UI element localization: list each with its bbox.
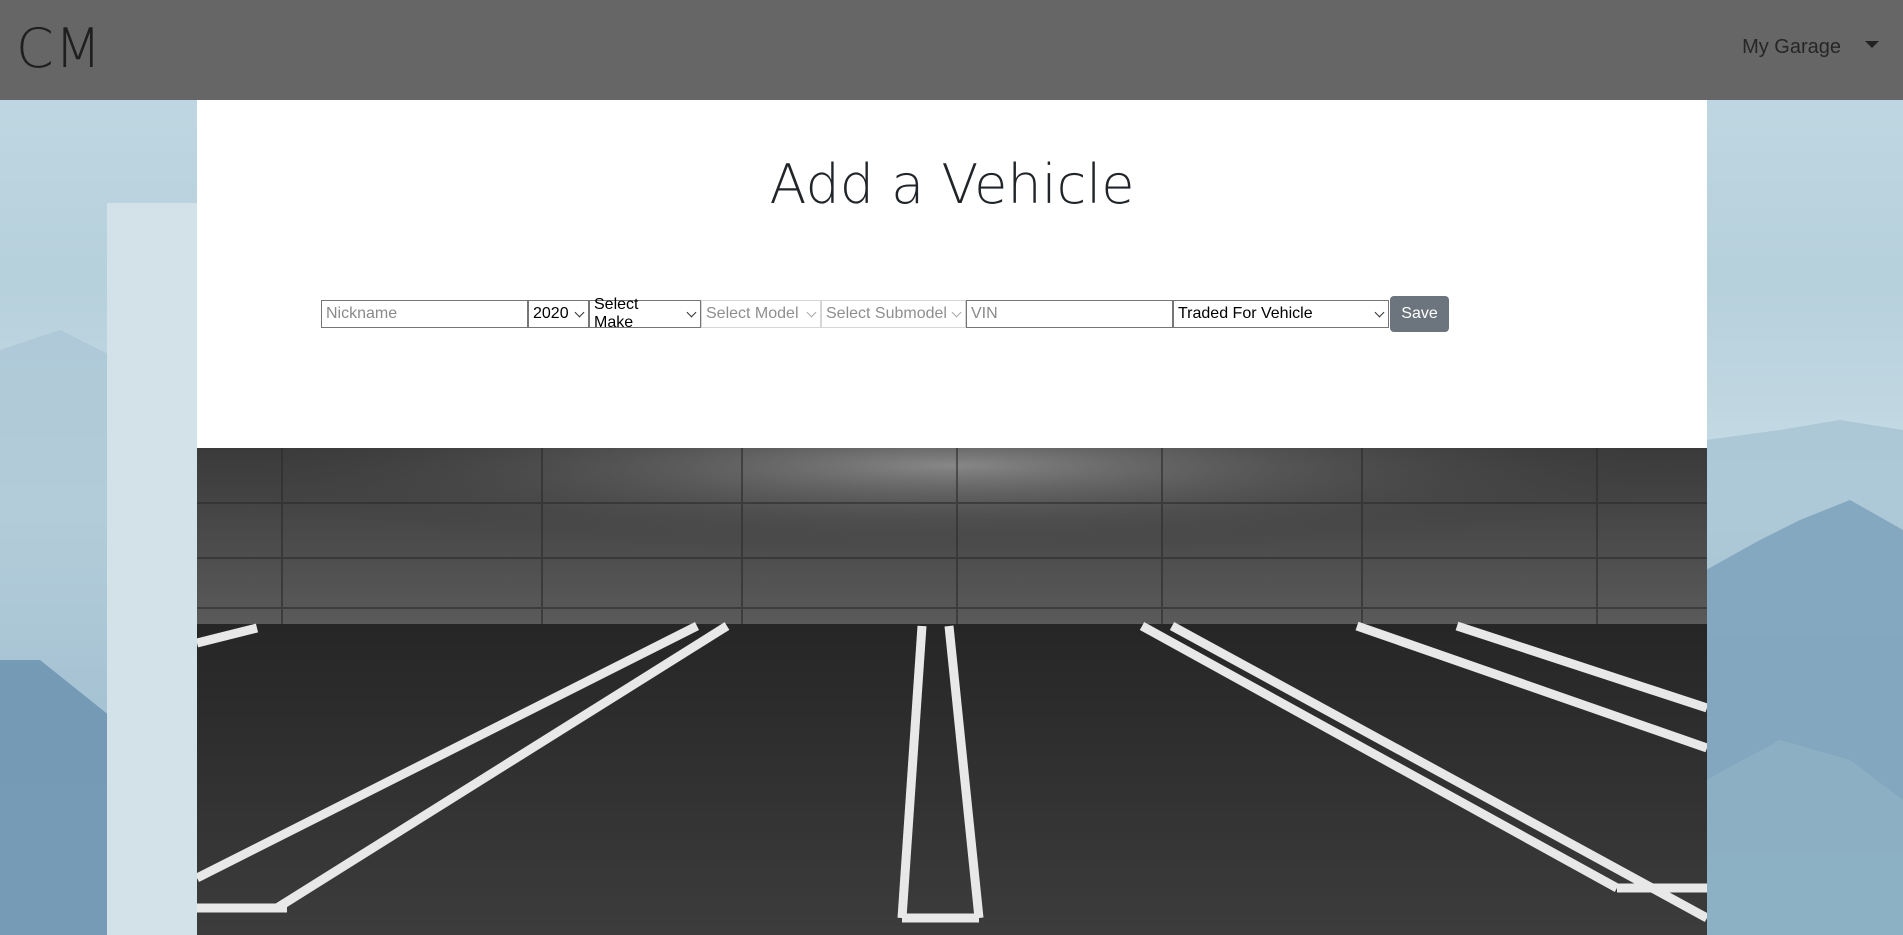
vin-input[interactable]: VIN — [966, 300, 1173, 328]
submodel-value: Select Submodel — [826, 305, 947, 322]
year-value: 2020 — [533, 305, 569, 322]
brand-logo[interactable]: CM — [16, 14, 102, 84]
my-garage-menu[interactable]: My Garage — [1742, 36, 1879, 59]
vin-placeholder: VIN — [971, 305, 998, 322]
nickname-placeholder: Nickname — [326, 305, 398, 322]
year-select[interactable]: 2020 — [528, 300, 589, 328]
save-button[interactable]: Save — [1390, 296, 1449, 332]
top-navbar: CM My Garage — [0, 0, 1903, 100]
my-garage-link[interactable]: My Garage — [1742, 36, 1841, 59]
nickname-input[interactable]: Nickname — [321, 300, 528, 328]
chevron-down-icon — [951, 307, 962, 318]
make-value: Select Make — [594, 296, 639, 331]
chevron-down-icon — [574, 307, 585, 318]
acquisition-value: Traded For Vehicle — [1178, 305, 1313, 322]
model-value: Select Model — [706, 305, 799, 322]
submodel-select[interactable]: Select Submodel — [821, 300, 966, 328]
make-select[interactable]: Select Make — [589, 296, 701, 331]
caret-down-icon[interactable] — [1865, 41, 1879, 48]
chevron-down-icon — [686, 307, 697, 318]
chevron-down-icon — [1374, 307, 1385, 318]
chevron-down-icon — [806, 307, 817, 318]
page-title: Add a Vehicle — [769, 153, 1135, 216]
parking-garage-image — [197, 448, 1707, 935]
acquisition-select[interactable]: Traded For Vehicle — [1173, 300, 1389, 328]
parking-garage-illustration — [197, 448, 1707, 935]
model-select[interactable]: Select Model — [701, 300, 821, 328]
add-vehicle-form: Nickname 2020 Select Make Select Model S… — [321, 296, 1449, 332]
